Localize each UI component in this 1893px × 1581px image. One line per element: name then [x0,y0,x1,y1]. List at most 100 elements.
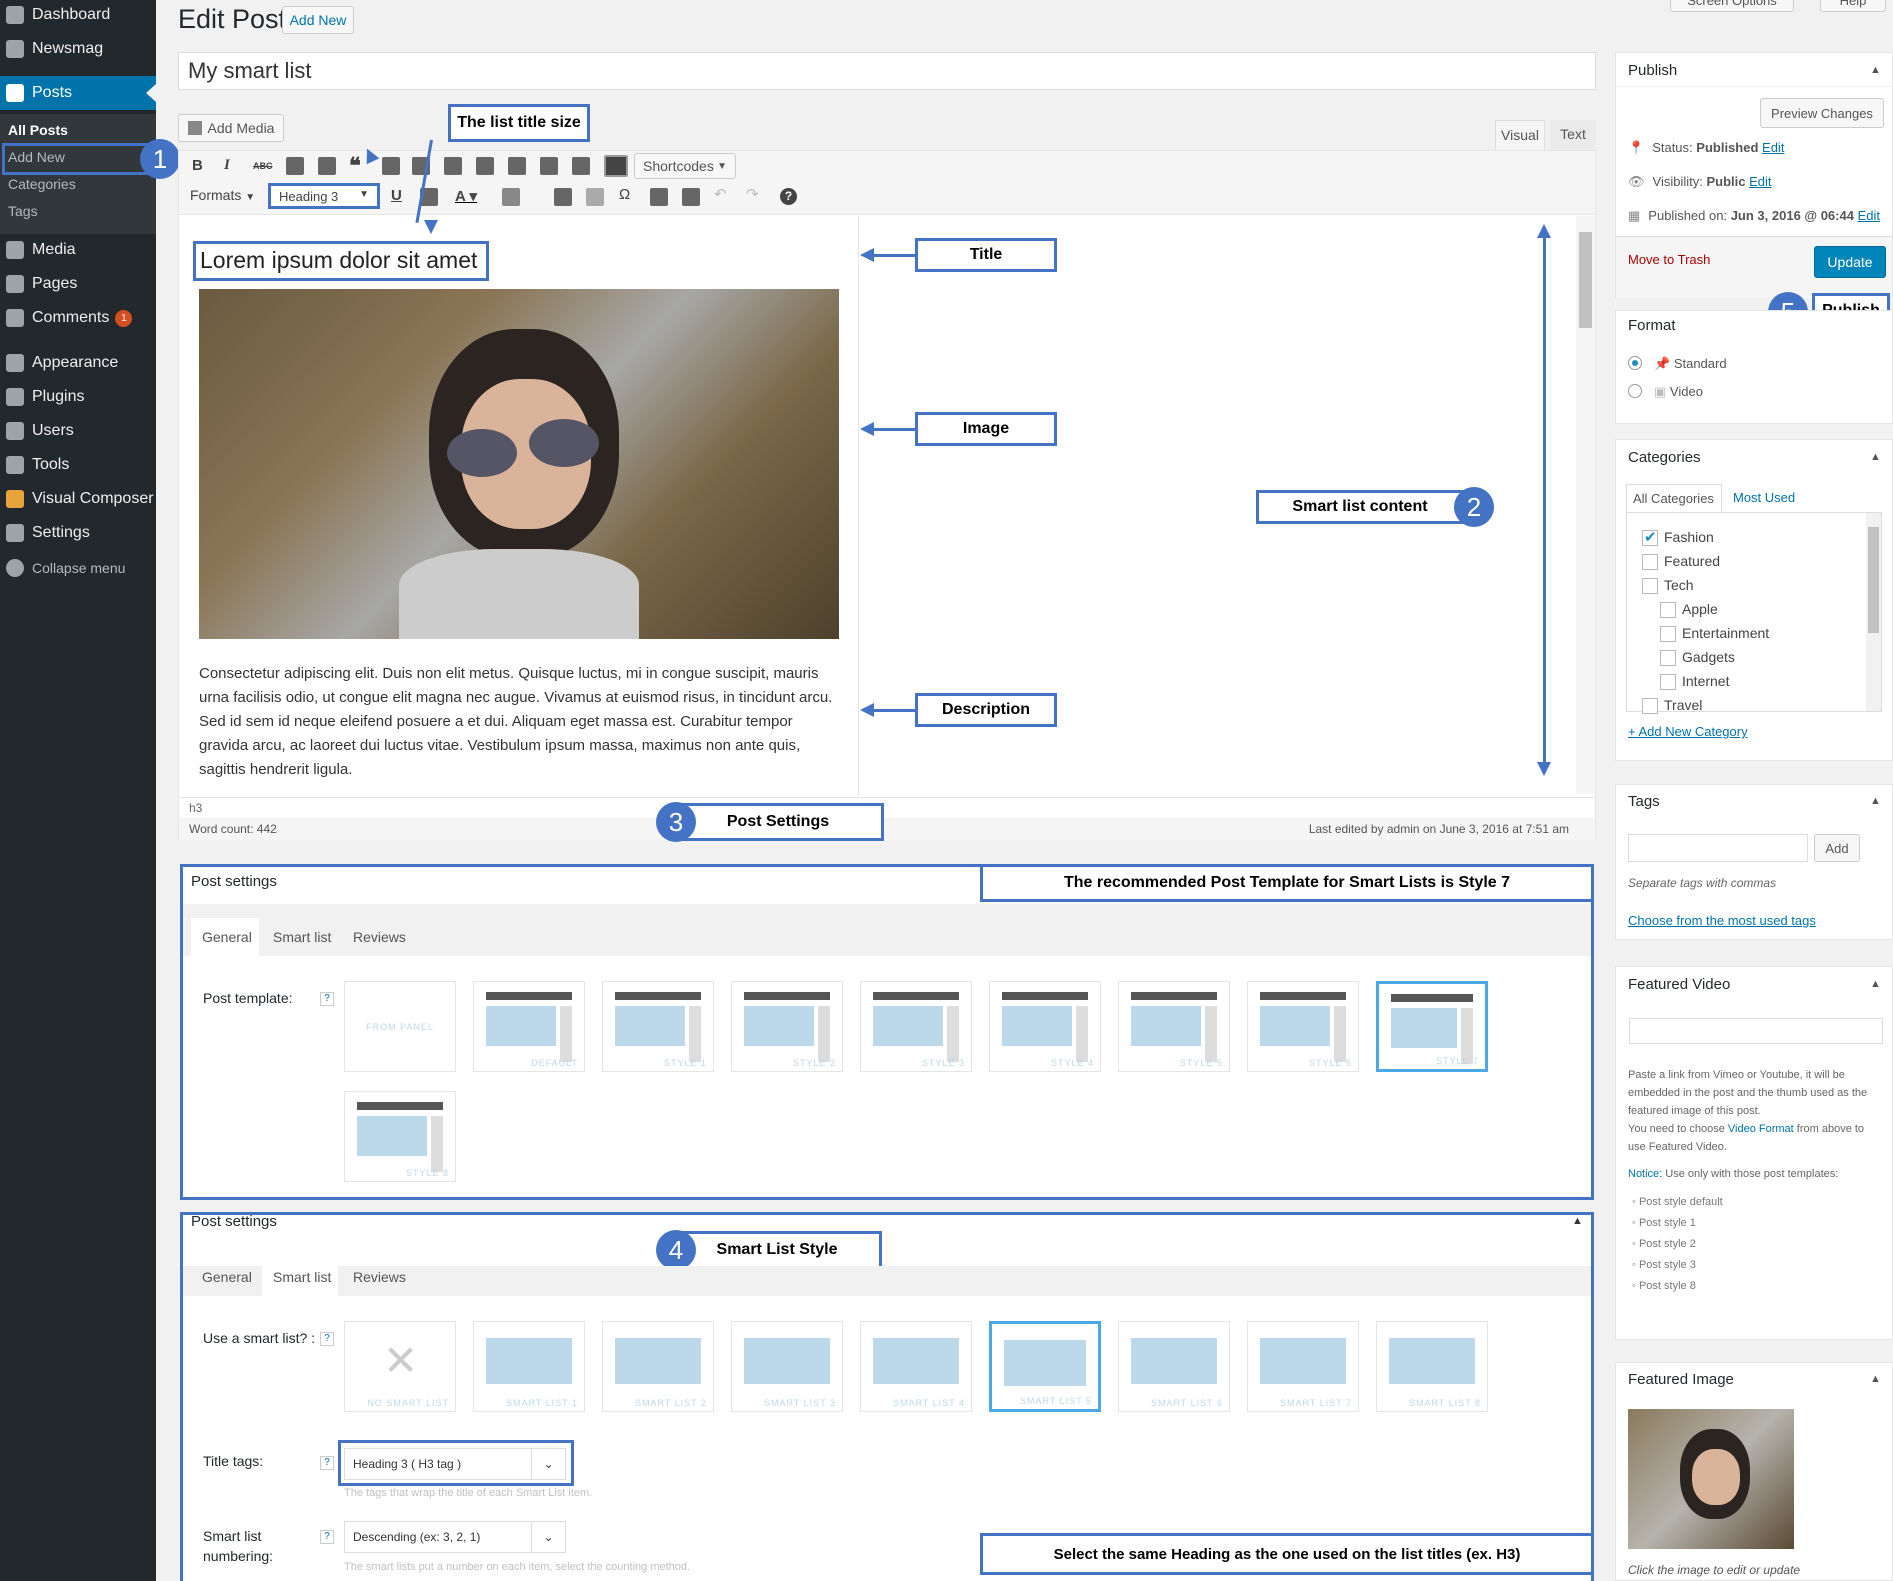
menu-posts[interactable]: Posts [0,76,156,110]
menu-comments[interactable]: Comments 1 [0,301,156,335]
add-media-button[interactable]: Add Media [178,114,284,142]
scrollbar-thumb[interactable] [1868,527,1879,633]
category-checkbox[interactable] [1642,578,1658,594]
post-template-option[interactable]: STYLE 2 [731,981,843,1072]
menu-settings[interactable]: Settings [0,516,156,550]
add-new-button[interactable]: Add New [282,6,354,34]
post-template-option[interactable]: STYLE 4 [989,981,1101,1072]
underline-icon[interactable]: U [391,187,402,204]
update-button[interactable]: Update [1814,246,1886,278]
help-button[interactable]: Help [1820,0,1886,12]
add-new-category-link[interactable]: + Add New Category [1628,724,1748,739]
post-template-option[interactable]: STYLE 7 [1376,981,1488,1072]
link-icon[interactable] [508,157,526,175]
help-icon[interactable]: ? [320,992,334,1006]
category-checkbox[interactable] [1660,602,1676,618]
smart-list-option[interactable]: SMART LIST 5 [989,1321,1101,1412]
post-title-input[interactable]: My smart list [178,52,1596,90]
smart-list-option[interactable]: SMART LIST 7 [1247,1321,1359,1412]
toggle-arrow-icon[interactable]: ▲ [1870,978,1881,990]
editor-scrollbar[interactable] [1576,216,1595,794]
category-checkbox[interactable] [1642,698,1658,714]
smart-list-option[interactable]: SMART LIST 3 [731,1321,843,1412]
submenu-tags[interactable]: Tags [8,203,38,219]
move-to-trash-link[interactable]: Move to Trash [1628,252,1710,267]
post-template-option[interactable]: STYLE 1 [602,981,714,1072]
formats-dropdown[interactable]: Formats ▼ [190,187,255,203]
menu-media[interactable]: Media [0,233,156,267]
hr-icon[interactable] [382,157,400,175]
tab-most-used[interactable]: Most Used [1733,490,1795,505]
tab-reviews[interactable]: Reviews [353,929,406,945]
indent-icon[interactable] [682,188,700,206]
scrollbar-thumb[interactable] [1579,232,1592,328]
categories-scrollbar[interactable] [1866,513,1881,711]
menu-pages[interactable]: Pages [0,267,156,301]
category-checkbox[interactable] [1660,626,1676,642]
tab-general[interactable]: General [202,929,252,945]
list-item-heading[interactable]: Lorem ipsum dolor sit amet [193,241,489,281]
smart-list-option[interactable]: SMART LIST 8 [1376,1321,1488,1412]
post-template-option[interactable]: STYLE 5 [1118,981,1230,1072]
toggle-arrow-icon[interactable]: ▲ [1870,1373,1881,1385]
post-template-option[interactable]: FROM PANEL [344,981,456,1072]
unlink-icon[interactable] [540,157,558,175]
preview-changes-button[interactable]: Preview Changes [1760,98,1884,128]
numbered-list-icon[interactable] [318,157,336,175]
tab-visual[interactable]: Visual [1495,120,1545,150]
menu-dashboard[interactable]: Dashboard [0,0,156,32]
smart-list-option[interactable]: SMART LIST 6 [1118,1321,1230,1412]
smart-list-option[interactable]: SMART LIST 4 [860,1321,972,1412]
title-tags-select[interactable]: Heading 3 ( H3 tag ) ⌄ [344,1448,566,1480]
list-item-image[interactable] [199,289,839,639]
menu-newsmag[interactable]: Newsmag [0,32,156,66]
video-format-link[interactable]: Video Format [1728,1123,1794,1135]
paste-text-icon[interactable] [554,188,572,206]
tab-smart-list[interactable]: Smart list [273,1269,331,1285]
help-icon[interactable]: ? [320,1530,334,1544]
tab-text[interactable]: Text [1550,120,1596,150]
tab-reviews[interactable]: Reviews [353,1269,406,1285]
tab-general[interactable]: General [202,1269,252,1285]
submenu-categories[interactable]: Categories [8,176,76,192]
align-right-icon[interactable] [476,157,494,175]
category-checkbox[interactable] [1660,674,1676,690]
menu-appearance[interactable]: Appearance [0,346,156,380]
format-standard-radio[interactable] [1628,356,1642,370]
keyboard-shortcuts-icon[interactable]: ? [780,188,797,205]
heading-format-select[interactable]: Heading 3 ▼ [268,183,380,209]
tab-all-categories[interactable]: All Categories [1626,484,1722,512]
category-checkbox[interactable] [1642,554,1658,570]
help-icon[interactable]: ? [320,1456,334,1470]
featured-image-thumbnail[interactable] [1628,1409,1794,1549]
menu-plugins[interactable]: Plugins [0,380,156,414]
read-more-icon[interactable] [572,157,590,175]
menu-collapse[interactable]: Collapse menu [0,551,156,585]
strikethrough-icon[interactable]: ABC [253,161,273,171]
toggle-arrow-icon[interactable]: ▲ [1870,795,1881,807]
visibility-edit-link[interactable]: Edit [1749,174,1771,189]
smart-list-option[interactable]: ✕ NO SMART LIST [344,1321,456,1412]
menu-users[interactable]: Users [0,414,156,448]
post-template-option[interactable]: STYLE 3 [860,981,972,1072]
post-template-option[interactable]: DEFAULT [473,981,585,1072]
redo-icon[interactable]: ↷ [746,185,759,203]
smart-list-option[interactable]: SMART LIST 1 [473,1321,585,1412]
collapse-arrow-icon[interactable]: ▲ [1572,1215,1583,1227]
shortcodes-dropdown[interactable]: Shortcodes ▼ [634,153,736,179]
bold-icon[interactable]: B [192,157,203,174]
italic-icon[interactable]: I [224,157,230,174]
align-center-icon[interactable] [444,157,462,175]
submenu-all-posts[interactable]: All Posts [8,122,68,138]
numbering-select[interactable]: Descending (ex: 3, 2, 1) ⌄ [344,1521,566,1553]
tags-input[interactable] [1628,834,1808,862]
list-item-description[interactable]: Consectetur adipiscing elit. Duis non el… [199,662,839,782]
bullet-list-icon[interactable] [286,157,304,175]
status-edit-link[interactable]: Edit [1762,140,1784,155]
special-character-icon[interactable]: Ω [619,186,630,203]
category-checkbox[interactable]: ✔ [1642,529,1658,546]
background-color-icon[interactable] [502,188,520,206]
toolbar-toggle-icon[interactable] [604,155,628,177]
choose-tags-link[interactable]: Choose from the most used tags [1628,913,1816,928]
toggle-arrow-icon[interactable]: ▲ [1870,64,1881,76]
